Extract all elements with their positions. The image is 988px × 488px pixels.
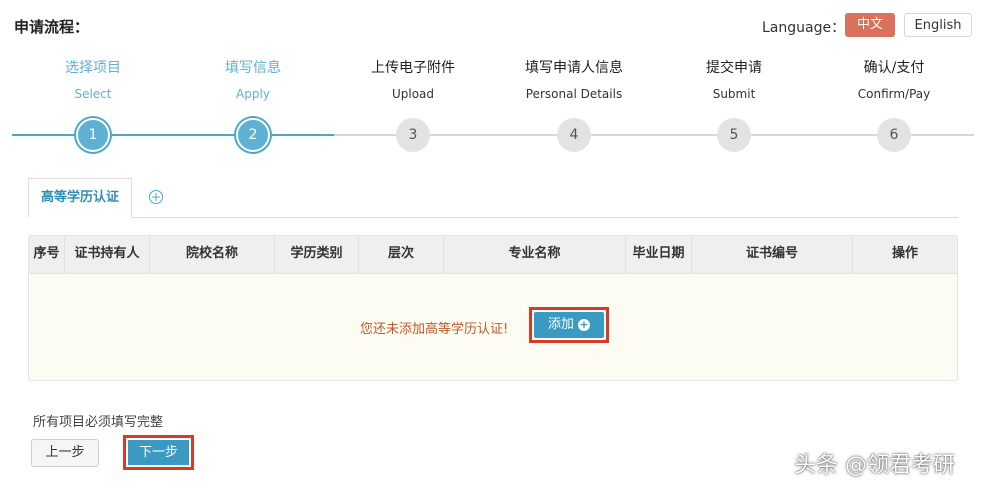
step-number-1: 1 — [76, 118, 110, 152]
step-label-en: Submit — [712, 87, 756, 101]
column-header: 层次 — [359, 236, 444, 273]
required-note: 所有项目必须填写完整 — [33, 415, 164, 430]
column-header: 专业名称 — [444, 236, 626, 273]
step-label-cn: 上传电子附件 — [371, 60, 455, 76]
step-label-en: Apply — [236, 87, 270, 101]
watermark: 头条 @领君考研 — [794, 453, 955, 478]
step-upload: 上传电子附件 Upload — [333, 58, 493, 102]
column-header: 操作 — [891, 246, 918, 261]
previous-step-button[interactable]: 上一步 — [31, 439, 99, 467]
step-label-cn: 选择项目 — [65, 60, 121, 76]
column-header: 序号 — [29, 236, 65, 273]
step-label-en: Confirm/Pay — [857, 87, 931, 101]
column-header: 证书持有人 — [65, 236, 150, 273]
step-label-en: Select — [74, 87, 112, 101]
language-english-button[interactable]: English — [904, 13, 972, 37]
step-label-cn: 填写申请人信息 — [525, 60, 623, 76]
step-label-cn: 提交申请 — [706, 60, 762, 76]
education-table: 序号 证书持有人 院校名称 学历类别 层次 专业名称 毕业日期 证书编号 操作 — [28, 235, 958, 381]
step-label-cn: 填写信息 — [225, 60, 281, 76]
step-number-5: 5 — [717, 118, 751, 152]
step-apply: 填写信息 Apply — [173, 58, 333, 102]
column-header: 院校名称 — [150, 236, 275, 273]
column-header: 毕业日期 — [626, 236, 692, 273]
step-submit: 提交申请 Submit — [654, 58, 814, 102]
step-personal-details: 填写申请人信息 Personal Details — [494, 58, 654, 102]
next-step-button[interactable]: 下一步 — [128, 440, 189, 465]
step-label-en: Personal Details — [525, 87, 623, 101]
step-number-6: 6 — [877, 118, 911, 152]
plus-circle-icon[interactable]: + — [149, 190, 163, 204]
step-label-cn: 确认/支付 — [863, 60, 925, 76]
step-select: 选择项目 Select — [13, 58, 173, 102]
add-button-label: 添加 — [547, 317, 574, 332]
step-number-3: 3 — [396, 118, 430, 152]
column-header: 学历类别 — [275, 236, 359, 273]
add-certification-button[interactable]: 添加 + — [534, 312, 604, 338]
column-header: 证书编号 — [692, 236, 853, 273]
tab-bar-divider — [28, 217, 958, 218]
page-title: 申请流程： — [14, 18, 90, 36]
language-chinese-button[interactable]: 中文 — [845, 13, 895, 37]
step-number-4: 4 — [557, 118, 591, 152]
table-header: 序号 证书持有人 院校名称 学历类别 层次 专业名称 毕业日期 证书编号 操作 — [29, 236, 957, 274]
step-confirm-pay: 确认/支付 Confirm/Pay — [814, 58, 974, 102]
stepper-progress — [12, 134, 334, 136]
empty-table-message: 您还未添加高等学历认证! — [360, 322, 509, 337]
plus-circle-icon: + — [578, 318, 590, 331]
tab-higher-education-certification[interactable]: 高等学历认证 — [28, 178, 132, 218]
step-label-en: Upload — [391, 87, 435, 101]
language-label: Language： — [762, 20, 846, 36]
step-number-2: 2 — [236, 118, 270, 152]
